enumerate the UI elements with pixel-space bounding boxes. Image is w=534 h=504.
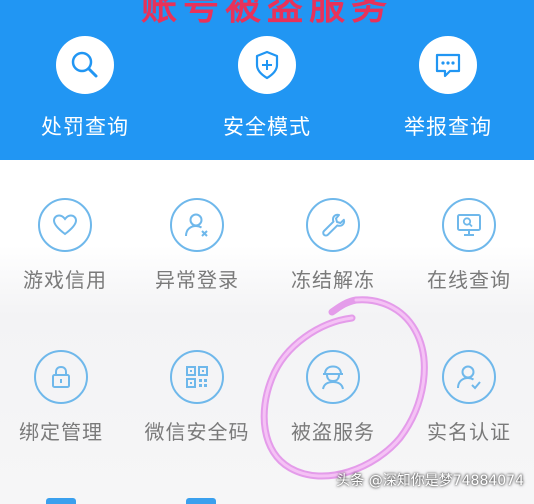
next-row-peek: [186, 498, 216, 504]
lock-icon: [34, 350, 88, 404]
user-x-icon: [170, 198, 224, 252]
game-credit-label: 游戏信用: [23, 268, 107, 292]
freeze-unfreeze-label: 冻结解冻: [291, 268, 375, 292]
report-chat-icon: [419, 36, 477, 94]
report-query-button[interactable]: 举报查询: [378, 36, 518, 141]
search-icon: [56, 36, 114, 94]
shield-plus-icon: [238, 36, 296, 94]
theft-service-button[interactable]: 被盗服务: [268, 350, 398, 445]
thief-icon: [306, 350, 360, 404]
online-query-label: 在线查询: [427, 268, 511, 292]
qr-code-icon: [170, 350, 224, 404]
wechat-security-code-button[interactable]: 微信安全码: [132, 350, 262, 445]
online-query-button[interactable]: 在线查询: [404, 198, 534, 293]
penalty-query-label: 处罚查询: [41, 115, 129, 139]
safe-mode-label: 安全模式: [223, 115, 311, 139]
top-banner: 账号被盗服务 处罚查询 安全模式 举报查询: [0, 0, 534, 160]
user-check-icon: [442, 350, 496, 404]
binding-management-button[interactable]: 绑定管理: [0, 350, 126, 445]
abnormal-login-label: 异常登录: [155, 268, 239, 292]
game-credit-button[interactable]: 游戏信用: [0, 198, 130, 293]
heart-icon: [38, 198, 92, 252]
binding-management-label: 绑定管理: [19, 420, 103, 444]
freeze-unfreeze-button[interactable]: 冻结解冻: [268, 198, 398, 293]
wechat-security-code-label: 微信安全码: [144, 420, 250, 444]
real-name-verification-button[interactable]: 实名认证: [404, 350, 534, 445]
next-row-peek: [46, 498, 76, 504]
banner-title: 账号被盗服务: [140, 0, 393, 28]
real-name-verification-label: 实名认证: [427, 420, 511, 444]
penalty-query-button[interactable]: 处罚查询: [15, 36, 155, 141]
safe-mode-button[interactable]: 安全模式: [197, 36, 337, 141]
wrench-icon: [306, 198, 360, 252]
abnormal-login-button[interactable]: 异常登录: [132, 198, 262, 293]
report-query-label: 举报查询: [404, 115, 492, 139]
monitor-search-icon: [442, 198, 496, 252]
theft-service-label: 被盗服务: [291, 420, 375, 444]
watermark: 头条 @深知你是梦74884074: [336, 473, 524, 489]
